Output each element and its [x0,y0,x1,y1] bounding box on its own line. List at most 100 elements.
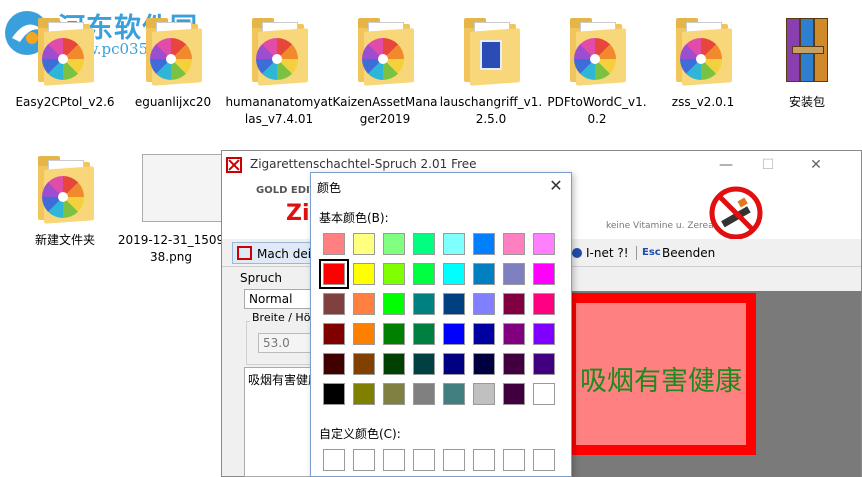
folder-pinwheel-icon [248,14,310,86]
basic-color-swatch[interactable] [413,383,435,405]
app-no-smoking-icon [226,157,242,173]
desktop-item-label: eguanlijxc20 [134,95,212,109]
basic-color-swatch[interactable] [503,293,525,315]
basic-color-swatch[interactable] [413,263,435,285]
desktop-item-label: 新建文件夹 [34,233,95,247]
basic-colors-label: 基本颜色(B): [319,211,389,225]
desktop-item-label: PDFtoWordC_v1.0.2 [547,95,647,126]
basic-color-swatch[interactable] [353,383,375,405]
desktop-item[interactable]: lauschangriff_v1.2.5.0 [436,14,546,128]
basic-color-swatch[interactable] [533,233,555,255]
basic-color-swatch[interactable] [443,323,465,345]
basic-color-swatch[interactable] [533,323,555,345]
folder-pinwheel-icon [354,14,416,86]
basic-color-swatch[interactable] [443,383,465,405]
desktop: 河东软件园 www.pc0359.cn Easy2CPtol_v2.6 eguan… [0,0,862,477]
basic-color-swatch[interactable] [323,233,345,255]
desktop-item[interactable]: humananatomyatlas_v7.4.01 [224,14,334,128]
inet-button[interactable]: I-net ?! [572,242,634,264]
desktop-item[interactable]: Easy2CPtol_v2.6 [10,14,120,111]
basic-color-swatch[interactable] [503,233,525,255]
folder-pinwheel-icon [566,14,628,86]
basic-color-swatch[interactable] [533,383,555,405]
basic-color-swatch[interactable] [383,293,405,315]
custom-color-swatch[interactable] [503,449,525,471]
image-thumbnail-icon [140,152,234,224]
color-dialog-title: 颜色 [317,181,342,195]
custom-color-swatch[interactable] [353,449,375,471]
basic-color-swatch[interactable] [383,383,405,405]
desktop-item-label: humananatomyatlas_v7.4.01 [225,95,333,126]
basic-color-swatch[interactable] [443,293,465,315]
folder-pinwheel-icon [34,14,96,86]
size-group-label: Breite / Höh [250,311,320,324]
minimize-button[interactable]: — [710,155,742,175]
close-button[interactable]: ✕ [800,155,832,175]
basic-color-swatch[interactable] [383,233,405,255]
folder-pinwheel-icon [672,14,734,86]
desktop-item[interactable]: 安装包 [752,14,862,111]
basic-color-swatch[interactable] [473,383,495,405]
basic-color-swatch[interactable] [503,323,525,345]
basic-color-swatch[interactable] [383,323,405,345]
basic-color-swatch[interactable] [533,353,555,375]
custom-color-swatch[interactable] [533,449,555,471]
basic-color-swatch[interactable] [473,233,495,255]
desktop-item[interactable]: zss_v2.0.1 [648,14,758,111]
app-title: Zigarettenschachtel-Spruch 2.01 Free [250,157,477,171]
custom-color-swatch[interactable] [413,449,435,471]
basic-color-swatch[interactable] [443,233,465,255]
basic-color-swatch[interactable] [473,263,495,285]
desktop-item[interactable]: PDFtoWordC_v1.0.2 [542,14,652,128]
basic-color-swatch[interactable] [413,233,435,255]
basic-color-swatch[interactable] [323,353,345,375]
basic-color-swatch[interactable] [473,323,495,345]
basic-color-swatch[interactable] [503,353,525,375]
basic-color-swatch[interactable] [323,323,345,345]
basic-color-swatch[interactable] [443,353,465,375]
basic-color-swatch[interactable] [323,293,345,315]
basic-color-swatch[interactable] [413,293,435,315]
basic-color-swatch[interactable] [413,323,435,345]
basic-color-swatch[interactable] [473,293,495,315]
custom-color-swatch[interactable] [443,449,465,471]
no-smoking-icon [709,186,763,240]
desktop-item-label: Easy2CPtol_v2.6 [15,95,115,109]
basic-color-swatch[interactable] [473,353,495,375]
basic-color-swatch[interactable] [503,263,525,285]
custom-color-swatch[interactable] [323,449,345,471]
desktop-item[interactable]: 新建文件夹 [10,152,120,249]
spruch-group-label: Spruch [240,271,282,285]
folder-doc-icon [460,14,522,86]
basic-color-swatch[interactable] [319,259,349,289]
basic-color-swatch[interactable] [443,263,465,285]
beenden-button[interactable]: Esc Beenden [642,242,722,264]
desktop-item[interactable]: eguanlijxc20 [118,14,228,111]
inet-button-label: I-net ?! [586,246,629,260]
custom-color-swatch[interactable] [473,449,495,471]
basic-color-swatch[interactable] [353,233,375,255]
basic-color-swatch[interactable] [503,383,525,405]
maximize-button[interactable]: ☐ [752,155,784,175]
basic-color-swatch[interactable] [353,263,375,285]
desktop-item[interactable]: KaizenAssetManager2019 [330,14,440,128]
folder-pinwheel-icon [34,152,96,224]
esc-key-icon: Esc [642,247,661,258]
beenden-button-label: Beenden [662,246,716,260]
custom-color-swatch[interactable] [383,449,405,471]
desktop-item-label: lauschangriff_v1.2.5.0 [439,95,543,126]
basic-color-swatch[interactable] [383,353,405,375]
desktop-item[interactable]: 2019-12-31_150938.png [116,152,234,266]
globe-icon [572,248,582,258]
basic-color-swatch[interactable] [533,293,555,315]
basic-color-swatch[interactable] [353,353,375,375]
basic-color-swatch[interactable] [323,383,345,405]
basic-color-swatch[interactable] [413,353,435,375]
no-smoking-small-icon [237,246,252,260]
basic-color-swatch[interactable] [353,293,375,315]
color-dialog-close-button[interactable]: ✕ [543,175,569,197]
basic-color-swatch[interactable] [353,323,375,345]
basic-color-swatch[interactable] [383,263,405,285]
custom-colors-label: 自定义颜色(C): [319,427,401,441]
basic-color-swatch[interactable] [533,263,555,285]
